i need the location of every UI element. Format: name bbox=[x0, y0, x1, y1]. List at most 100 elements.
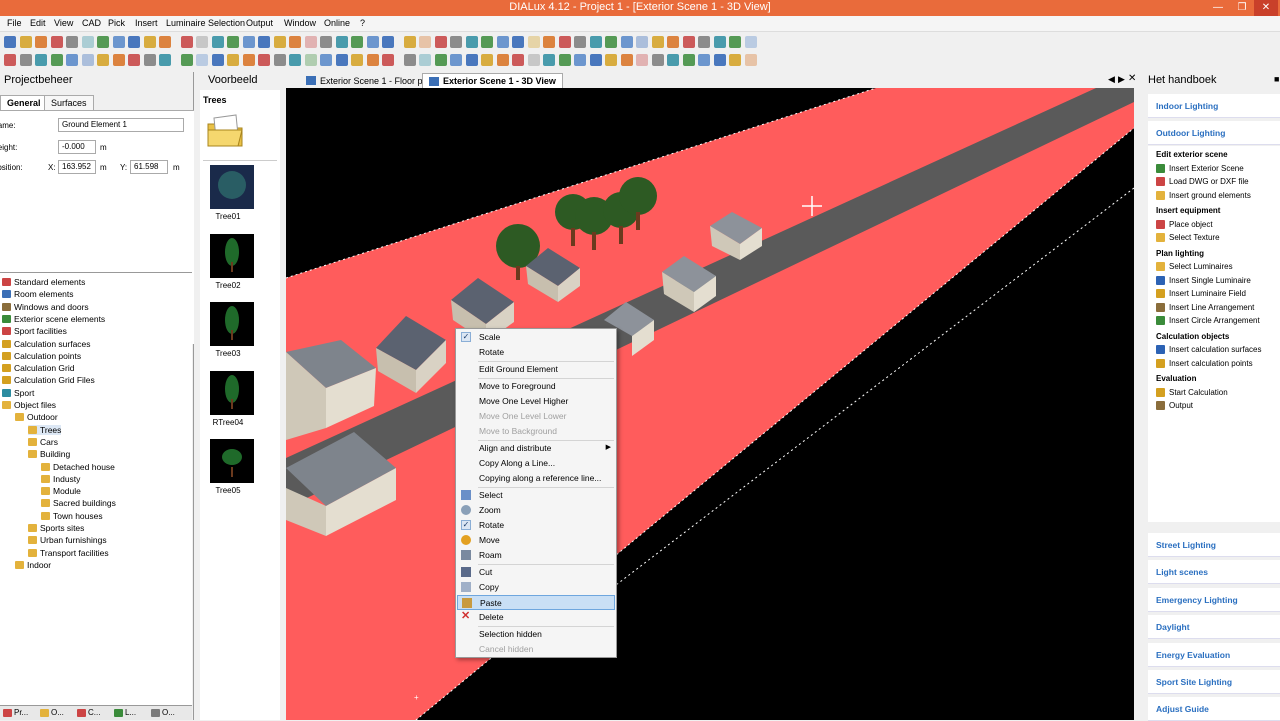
toolbar-icon[interactable] bbox=[496, 36, 509, 48]
context-menu-item[interactable]: Paste bbox=[457, 595, 615, 610]
name-field[interactable]: Ground Element 1 bbox=[58, 118, 184, 132]
toolbar-icon[interactable] bbox=[258, 54, 270, 66]
tree-item[interactable]: Room elements bbox=[2, 289, 74, 299]
toolbar-icon[interactable] bbox=[620, 54, 633, 66]
toolbar-icon[interactable] bbox=[698, 54, 710, 66]
guide-action[interactable]: Insert Single Luminaire bbox=[1156, 275, 1251, 285]
toolbar-icon[interactable] bbox=[242, 36, 255, 48]
toolbar-icon[interactable] bbox=[682, 54, 695, 66]
tree-item[interactable]: Sacred buildings bbox=[41, 498, 116, 508]
menu-edit[interactable]: Edit bbox=[30, 18, 46, 28]
context-menu-item[interactable]: Copy Along a Line... bbox=[457, 456, 615, 471]
pin-icon[interactable]: ■ bbox=[1274, 74, 1279, 84]
context-menu-item[interactable]: Move to Foreground bbox=[457, 379, 615, 394]
guide-section[interactable]: Daylight bbox=[1148, 615, 1280, 640]
toolbar-icon[interactable] bbox=[304, 54, 317, 66]
guide-action[interactable]: Insert calculation surfaces bbox=[1156, 345, 1262, 354]
tree-item[interactable]: Module bbox=[41, 486, 81, 496]
tree-item[interactable]: Indoor bbox=[15, 560, 51, 570]
toolbar-icon[interactable] bbox=[512, 36, 524, 48]
toolbar-icon[interactable] bbox=[211, 54, 224, 66]
toolbar-icon[interactable] bbox=[465, 54, 478, 66]
guide-action[interactable]: Place object bbox=[1156, 219, 1213, 229]
toolbar-icon[interactable] bbox=[35, 54, 47, 66]
tree-item[interactable]: Detached house bbox=[41, 462, 115, 472]
toolbar-icon[interactable] bbox=[19, 36, 32, 48]
toolbar-icon[interactable] bbox=[605, 54, 617, 66]
bottom-tab[interactable]: Pr... bbox=[3, 708, 28, 717]
toolbar-icon[interactable] bbox=[605, 36, 617, 48]
toolbar-icon[interactable] bbox=[128, 36, 140, 48]
toolbar-icon[interactable] bbox=[403, 36, 416, 48]
y-field[interactable]: 61.598 bbox=[130, 160, 168, 174]
guide-action[interactable]: Insert Line Arrangement bbox=[1156, 302, 1254, 312]
toolbar-icon[interactable] bbox=[351, 54, 363, 66]
toolbar-icon[interactable] bbox=[211, 36, 224, 48]
tree-item[interactable]: Sport facilities bbox=[2, 326, 67, 336]
toolbar-icon[interactable] bbox=[481, 54, 493, 66]
menu-file[interactable]: File bbox=[7, 18, 22, 28]
guide-action[interactable]: Insert Luminaire Field bbox=[1156, 289, 1246, 298]
context-menu-item[interactable]: Selection hidden bbox=[457, 627, 615, 642]
toolbar-icon[interactable] bbox=[465, 36, 478, 48]
toolbar-icon[interactable] bbox=[667, 36, 679, 48]
toolbar-icon[interactable] bbox=[143, 54, 156, 66]
close-view-icon[interactable]: ✕ bbox=[1128, 73, 1136, 84]
tree-item[interactable]: Town houses bbox=[41, 511, 103, 521]
guide-action[interactable]: Insert Exterior Scene bbox=[1156, 163, 1244, 173]
toolbar-icon[interactable] bbox=[289, 54, 301, 66]
restore-button[interactable]: ❐ bbox=[1230, 0, 1254, 16]
toolbar-icon[interactable] bbox=[496, 54, 509, 66]
tree-thumbnail[interactable] bbox=[210, 370, 254, 415]
tree-item[interactable]: Calculation Grid bbox=[2, 363, 74, 373]
toolbar-icon[interactable] bbox=[713, 54, 726, 66]
3d-viewport[interactable]: + bbox=[286, 88, 1134, 720]
toolbar-icon[interactable] bbox=[66, 36, 78, 48]
menu-luminaire-selection[interactable]: Luminaire Selection bbox=[166, 18, 245, 28]
toolbar-icon[interactable] bbox=[419, 36, 431, 48]
toolbar-icon[interactable] bbox=[434, 54, 447, 66]
toolbar-icon[interactable] bbox=[128, 54, 140, 66]
context-menu-item[interactable]: ✓ Scale bbox=[457, 330, 615, 345]
tab-general[interactable]: General bbox=[0, 95, 48, 110]
menu-view[interactable]: View bbox=[54, 18, 73, 28]
tree-item[interactable]: Object files bbox=[2, 400, 56, 410]
toolbar-icon[interactable] bbox=[159, 54, 171, 66]
toolbar-icon[interactable] bbox=[620, 36, 633, 48]
toolbar-icon[interactable] bbox=[50, 54, 63, 66]
toolbar-icon[interactable] bbox=[351, 36, 363, 48]
tree-item[interactable]: Calculation Grid Files bbox=[2, 375, 95, 385]
guide-section[interactable]: Light scenes bbox=[1148, 560, 1280, 585]
toolbar-icon[interactable] bbox=[4, 36, 16, 48]
tree-item[interactable]: Trees bbox=[28, 424, 62, 435]
guide-section[interactable]: Street Lighting bbox=[1148, 533, 1280, 557]
toolbar-icon[interactable] bbox=[651, 54, 664, 66]
context-menu-item[interactable]: Select bbox=[457, 488, 615, 503]
tree-item[interactable]: Standard elements bbox=[2, 277, 85, 287]
guide-action[interactable]: Insert calculation points bbox=[1156, 358, 1253, 368]
toolbar-icon[interactable] bbox=[227, 36, 239, 48]
toolbar-icon[interactable] bbox=[636, 36, 648, 48]
tab-3d-view[interactable]: Exterior Scene 1 - 3D View bbox=[422, 73, 563, 88]
toolbar-icon[interactable] bbox=[744, 54, 757, 66]
height-field[interactable]: -0.000 bbox=[58, 140, 96, 154]
toolbar-icon[interactable] bbox=[81, 54, 94, 66]
x-field[interactable]: 163.952 bbox=[58, 160, 96, 174]
tree-thumbnail[interactable] bbox=[210, 165, 254, 209]
toolbar-icon[interactable] bbox=[434, 36, 447, 48]
toolbar-icon[interactable] bbox=[527, 36, 540, 48]
toolbar-icon[interactable] bbox=[543, 36, 555, 48]
guide-section[interactable]: Adjust Guide bbox=[1148, 697, 1280, 721]
toolbar-icon[interactable] bbox=[112, 36, 125, 48]
toolbar-icon[interactable] bbox=[196, 54, 208, 66]
bottom-tab[interactable]: L... bbox=[114, 708, 136, 717]
toolbar-icon[interactable] bbox=[159, 36, 171, 48]
toolbar-icon[interactable] bbox=[320, 54, 332, 66]
guide-section[interactable]: Emergency Lighting bbox=[1148, 587, 1280, 612]
guide-action[interactable]: Load DWG or DXF file bbox=[1156, 177, 1249, 186]
toolbar-icon[interactable] bbox=[35, 36, 47, 48]
tree-item[interactable]: Calculation points bbox=[2, 351, 81, 361]
toolbar-icon[interactable] bbox=[335, 36, 348, 48]
bottom-tab[interactable]: O... bbox=[40, 708, 64, 717]
menu-output[interactable]: Output bbox=[246, 18, 273, 28]
